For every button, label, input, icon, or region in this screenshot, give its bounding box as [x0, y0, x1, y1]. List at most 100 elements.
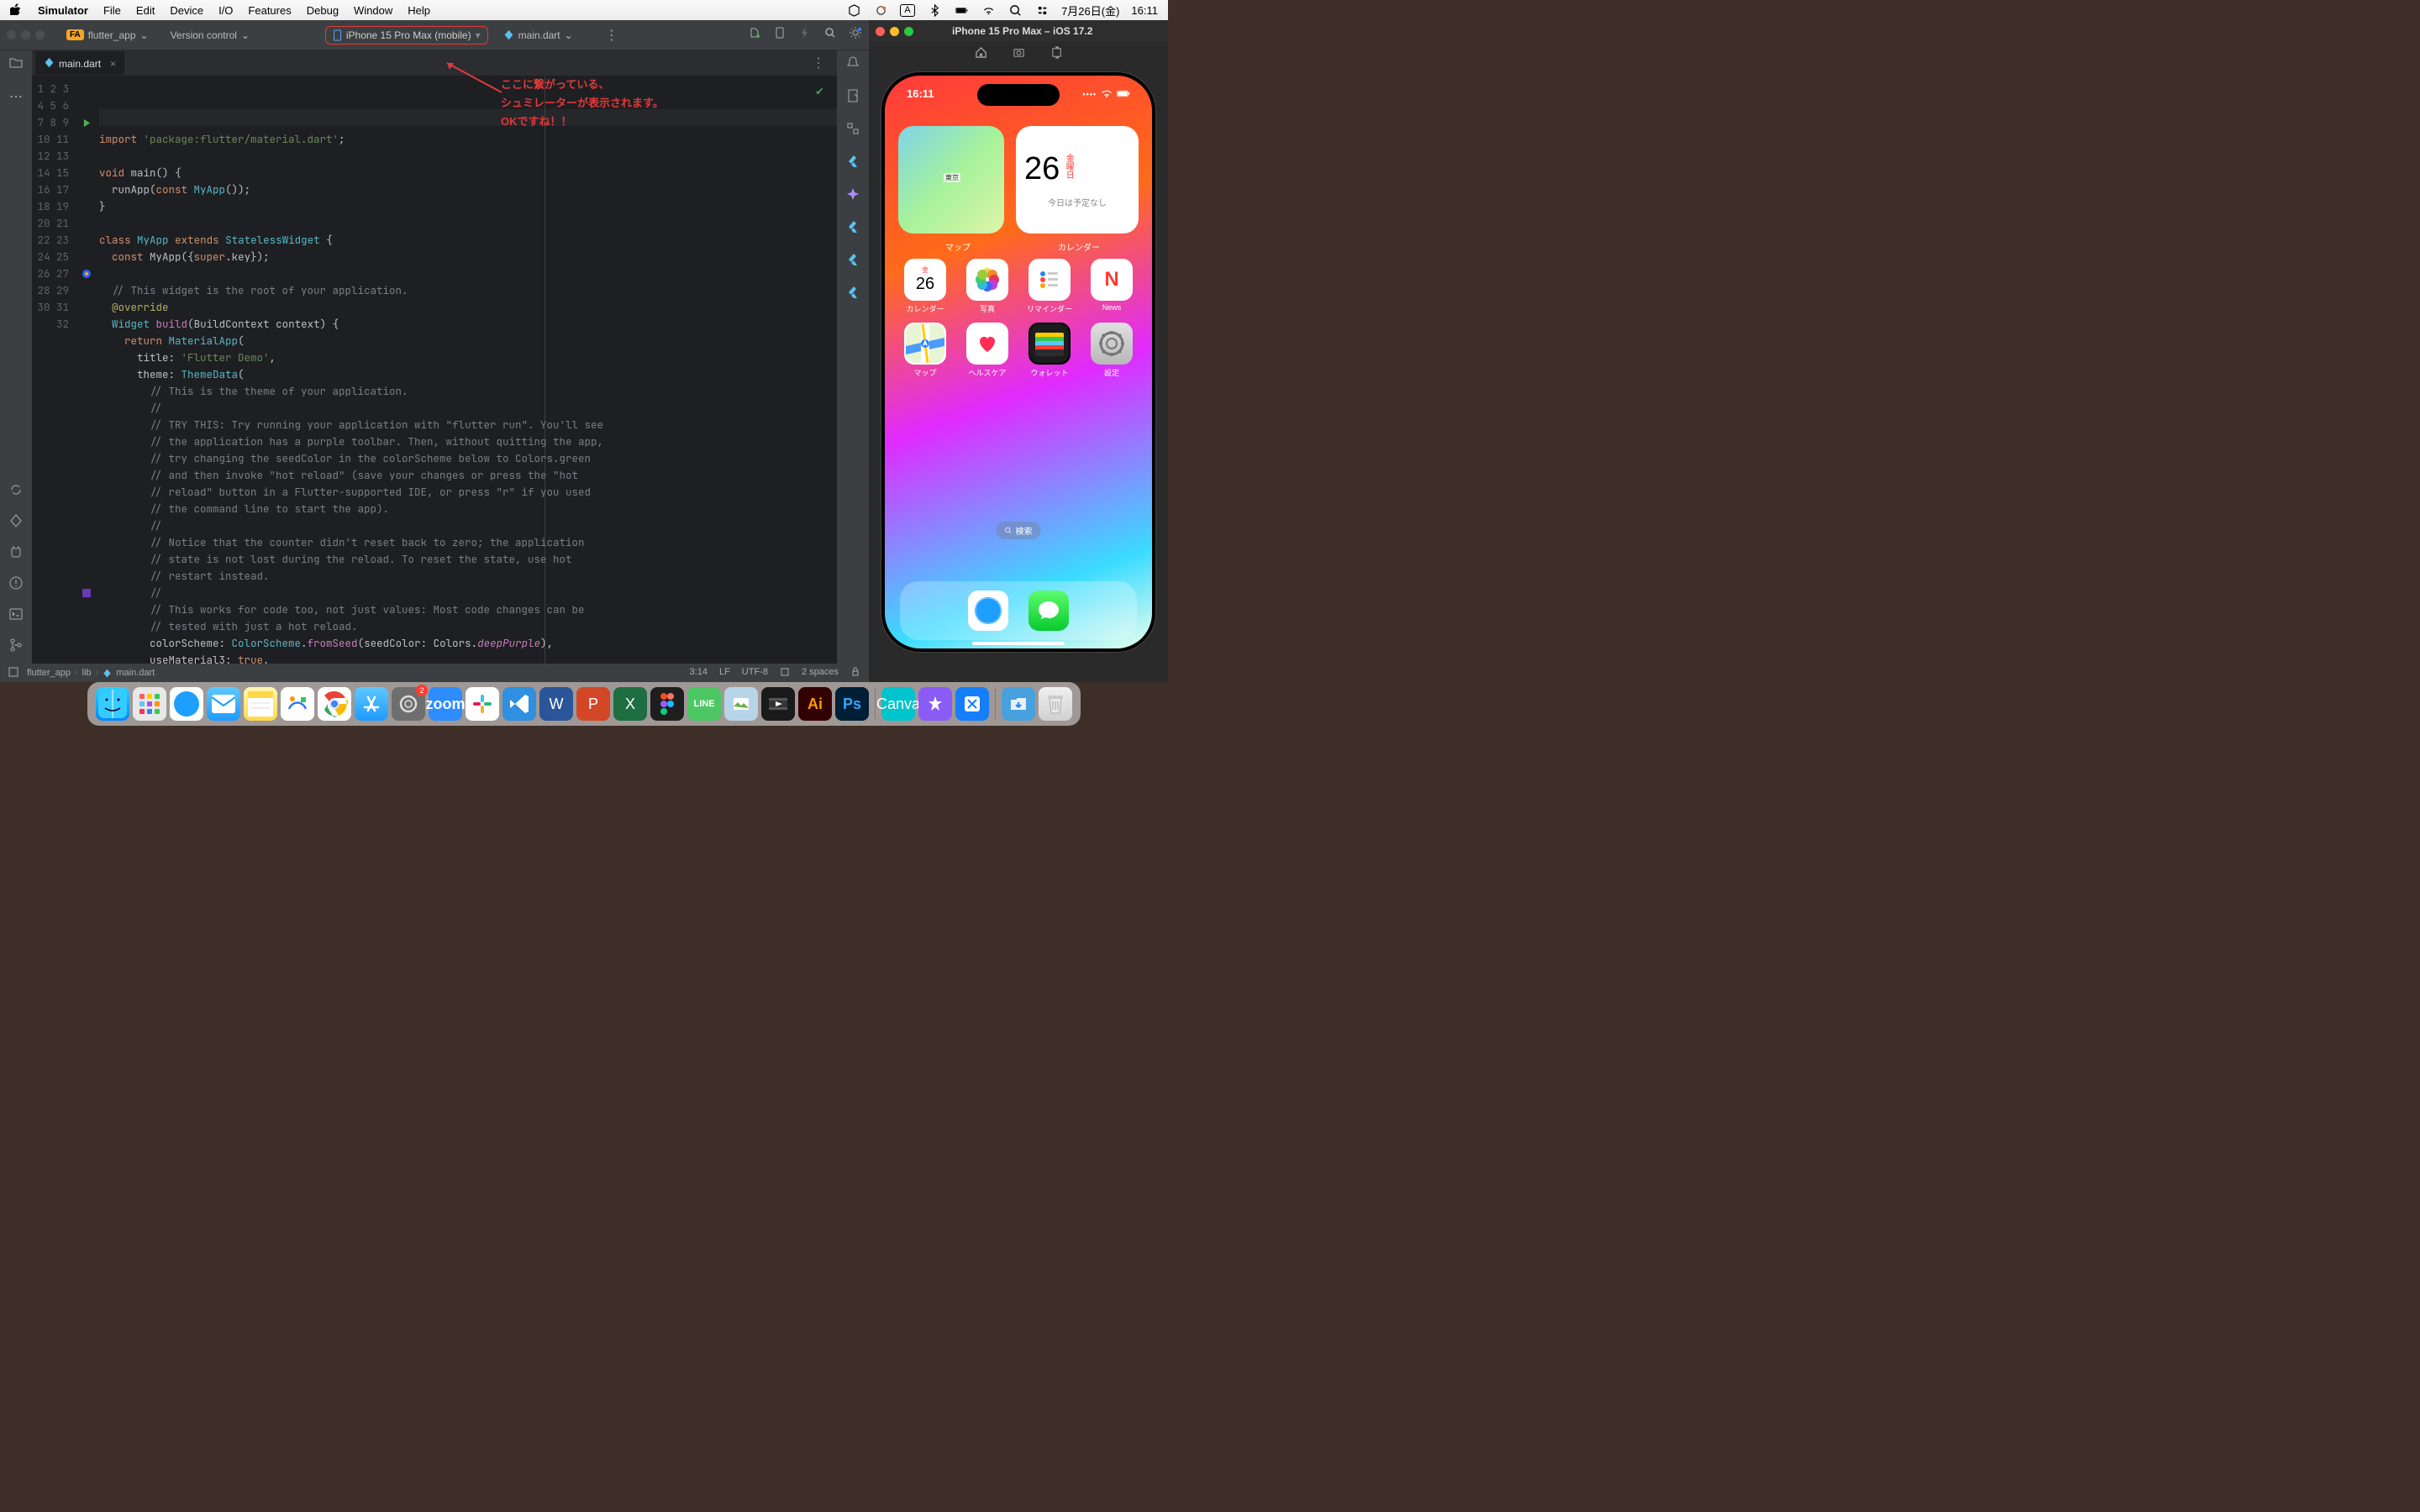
hierarchy-icon[interactable] — [845, 121, 860, 140]
line-ending[interactable]: LF — [719, 667, 730, 680]
color-swatch-icon[interactable] — [74, 585, 99, 601]
dock-chrome[interactable] — [318, 687, 351, 721]
code-editor[interactable]: ✔ 1 2 3 4 5 6 7 8 9 10 11 12 13 14 15 16… — [32, 76, 837, 664]
dock-system-settings[interactable]: 2 — [392, 687, 425, 721]
menu-edit[interactable]: Edit — [136, 4, 155, 17]
home-indicator[interactable] — [972, 642, 1065, 645]
app-reminders[interactable]: リマインダー — [1027, 259, 1072, 314]
spotlight-search-pill[interactable]: 検索 — [997, 522, 1041, 539]
dock-downloads[interactable] — [1002, 687, 1035, 721]
apple-logo-icon[interactable] — [10, 3, 23, 18]
device-preview-icon[interactable] — [773, 26, 786, 44]
home-icon[interactable] — [975, 46, 987, 63]
iphone-screen[interactable]: 16:11 •••• 東京 26金曜日 今日は予定なし マップ カレンダー — [885, 76, 1152, 648]
battery-icon[interactable] — [954, 3, 969, 18]
run-config-selector[interactable]: main.dart ⌄ — [497, 26, 580, 45]
readonly-icon[interactable] — [780, 667, 790, 680]
dock-illustrator[interactable]: Ai — [798, 687, 832, 721]
search-icon[interactable] — [823, 26, 837, 44]
app-health[interactable]: ヘルスケア — [966, 323, 1008, 378]
ellipsis-icon[interactable]: ⋯ — [9, 88, 23, 105]
wifi-icon[interactable] — [981, 3, 996, 18]
project-selector[interactable]: FA flutter_app ⌄ — [60, 26, 155, 45]
app-news[interactable]: NNews — [1091, 259, 1133, 314]
dock-safari[interactable] — [170, 687, 203, 721]
breadcrumb[interactable]: flutter_app› lib› main.dart — [27, 668, 155, 678]
dock-xcode[interactable] — [955, 687, 989, 721]
app-wallet[interactable]: ウォレット — [1028, 323, 1071, 378]
dock-finder[interactable] — [96, 687, 129, 721]
dock-freeform[interactable] — [281, 687, 314, 721]
file-tab-main[interactable]: main.dart × — [35, 51, 124, 75]
menu-io[interactable]: I/O — [218, 4, 233, 17]
dock-word[interactable]: W — [539, 687, 573, 721]
dock-photoshop[interactable]: Ps — [835, 687, 869, 721]
docs-icon[interactable] — [845, 88, 860, 108]
dock-line[interactable]: LINE — [687, 687, 721, 721]
menu-window[interactable]: Window — [354, 4, 392, 17]
cat-icon[interactable] — [8, 544, 24, 564]
dock-final-cut[interactable] — [761, 687, 795, 721]
dock-app-messages[interactable] — [1028, 591, 1069, 631]
menu-features[interactable]: Features — [248, 4, 291, 17]
app-photos[interactable]: 写真 — [966, 259, 1008, 314]
titlebar-icon-1[interactable] — [748, 26, 761, 44]
dock-zoom[interactable]: zoom — [429, 687, 462, 721]
sb-box-icon[interactable] — [8, 667, 18, 680]
dock-powerpoint[interactable]: P — [576, 687, 610, 721]
device-selector[interactable]: iPhone 15 Pro Max (mobile) ▾ — [325, 26, 488, 45]
flutter-outline-icon[interactable] — [845, 219, 860, 239]
dock-canva[interactable]: Canva — [881, 687, 915, 721]
diamond-icon[interactable] — [8, 513, 24, 533]
flutter-devtools-icon[interactable] — [845, 285, 860, 304]
indent[interactable]: 2 spaces — [802, 667, 839, 680]
menu-help[interactable]: Help — [408, 4, 430, 17]
app-settings[interactable]: 設定 — [1091, 323, 1133, 378]
lightning-icon[interactable] — [798, 26, 812, 44]
menu-debug[interactable]: Debug — [307, 4, 339, 17]
menu-file[interactable]: File — [103, 4, 121, 17]
input-source-icon[interactable]: A — [900, 4, 915, 17]
notifications-icon[interactable] — [845, 55, 860, 75]
run-gutter-icon[interactable] — [74, 114, 99, 131]
widget-gutter-icon[interactable] — [74, 265, 99, 282]
dock-launchpad[interactable] — [133, 687, 166, 721]
app-calendar[interactable]: 金26カレンダー — [904, 259, 946, 314]
tab-more-icon[interactable]: ⋮ — [803, 55, 834, 71]
project-tool-icon[interactable] — [8, 55, 24, 75]
version-control-selector[interactable]: Version control ⌄ — [164, 26, 256, 45]
menu-device[interactable]: Device — [170, 4, 203, 17]
app-maps[interactable]: マップ — [904, 323, 946, 378]
screenshot-icon[interactable] — [1013, 46, 1025, 63]
dock-preview[interactable] — [724, 687, 758, 721]
menubar-box-icon[interactable] — [846, 3, 861, 18]
control-center-icon[interactable] — [1034, 3, 1050, 18]
cursor-position[interactable]: 3:14 — [690, 667, 708, 680]
menubar-app-name[interactable]: Simulator — [38, 4, 88, 17]
menubar-screen-icon[interactable] — [873, 3, 888, 18]
sim-traffic-lights[interactable] — [876, 27, 913, 36]
dock-notes[interactable] — [244, 687, 277, 721]
sync-icon[interactable] — [8, 482, 24, 501]
flutter-inspector-icon[interactable] — [845, 154, 860, 173]
dock-app-2[interactable] — [918, 687, 952, 721]
lock-icon[interactable] — [850, 667, 860, 680]
encoding[interactable]: UTF-8 — [742, 667, 768, 680]
dock-trash[interactable] — [1039, 687, 1072, 721]
ai-star-icon[interactable] — [845, 186, 860, 206]
dock-figma[interactable] — [650, 687, 684, 721]
calendar-widget[interactable]: 26金曜日 今日は予定なし — [1016, 126, 1139, 234]
menubar-date[interactable]: 7月26日(金) — [1061, 3, 1119, 18]
git-icon[interactable] — [8, 638, 24, 657]
spotlight-icon[interactable] — [1007, 3, 1023, 18]
flutter-perf-icon[interactable] — [845, 252, 860, 271]
dock-excel[interactable]: X — [613, 687, 647, 721]
close-tab-icon[interactable]: × — [110, 58, 116, 70]
terminal-icon[interactable] — [8, 606, 24, 626]
maps-widget[interactable]: 東京 — [898, 126, 1004, 234]
dock-app-safari[interactable] — [968, 591, 1008, 631]
dock-appstore[interactable] — [355, 687, 388, 721]
gear-icon[interactable] — [849, 26, 862, 44]
bluetooth-icon[interactable] — [927, 3, 942, 18]
more-icon[interactable]: ⋮ — [605, 27, 618, 44]
